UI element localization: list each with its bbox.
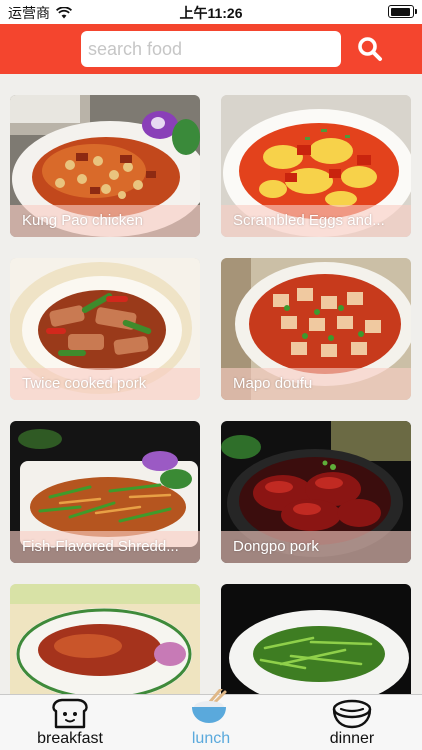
plate-icon — [332, 699, 372, 729]
sweet-sour-fish-photo — [10, 584, 200, 694]
food-card[interactable]: Kung Pao chicken — [10, 95, 200, 237]
bread-icon — [52, 698, 88, 729]
food-card[interactable]: Dongpo pork — [221, 421, 411, 563]
status-time: 上午11:26 — [179, 5, 243, 21]
food-card[interactable]: Mapo doufu — [221, 258, 411, 400]
food-card[interactable]: Scrambled Eggs and... — [221, 95, 411, 237]
tab-label: breakfast — [37, 730, 103, 747]
food-card[interactable] — [10, 584, 200, 694]
battery-level — [390, 7, 411, 16]
food-card[interactable] — [221, 584, 411, 694]
tab-label: lunch — [191, 730, 231, 747]
dish-name: Kung Pao chicken — [22, 212, 143, 229]
search-button[interactable] — [352, 33, 388, 65]
tab-bar: breakfast lunch dinner — [0, 689, 422, 750]
stir-fried-green-pepper-photo — [221, 584, 411, 694]
tab-lunch[interactable]: lunch — [141, 689, 281, 750]
header-bar — [0, 24, 422, 74]
dish-name: Dongpo pork — [233, 538, 319, 555]
food-card[interactable]: Fish-Flavored Shredd... — [10, 421, 200, 563]
battery-icon — [388, 5, 417, 18]
bowl-icon — [192, 689, 227, 723]
search-icon — [358, 37, 382, 61]
food-card[interactable]: Twice cooked pork — [10, 258, 200, 400]
dish-name: Twice cooked pork — [22, 375, 147, 392]
search-input[interactable] — [81, 31, 341, 67]
food-grid: Kung Pao chicken Scrambled Eggs and... T… — [0, 74, 422, 694]
dish-name: Fish-Flavored Shredd... — [22, 538, 179, 555]
tab-breakfast[interactable]: breakfast — [0, 695, 140, 750]
dish-name: Mapo doufu — [233, 375, 313, 392]
status-bar: 运营商 上午11:26 — [0, 0, 422, 24]
tab-dinner[interactable]: dinner — [282, 695, 422, 750]
dish-name: Scrambled Eggs and... — [233, 212, 385, 229]
tab-label: dinner — [329, 730, 375, 747]
